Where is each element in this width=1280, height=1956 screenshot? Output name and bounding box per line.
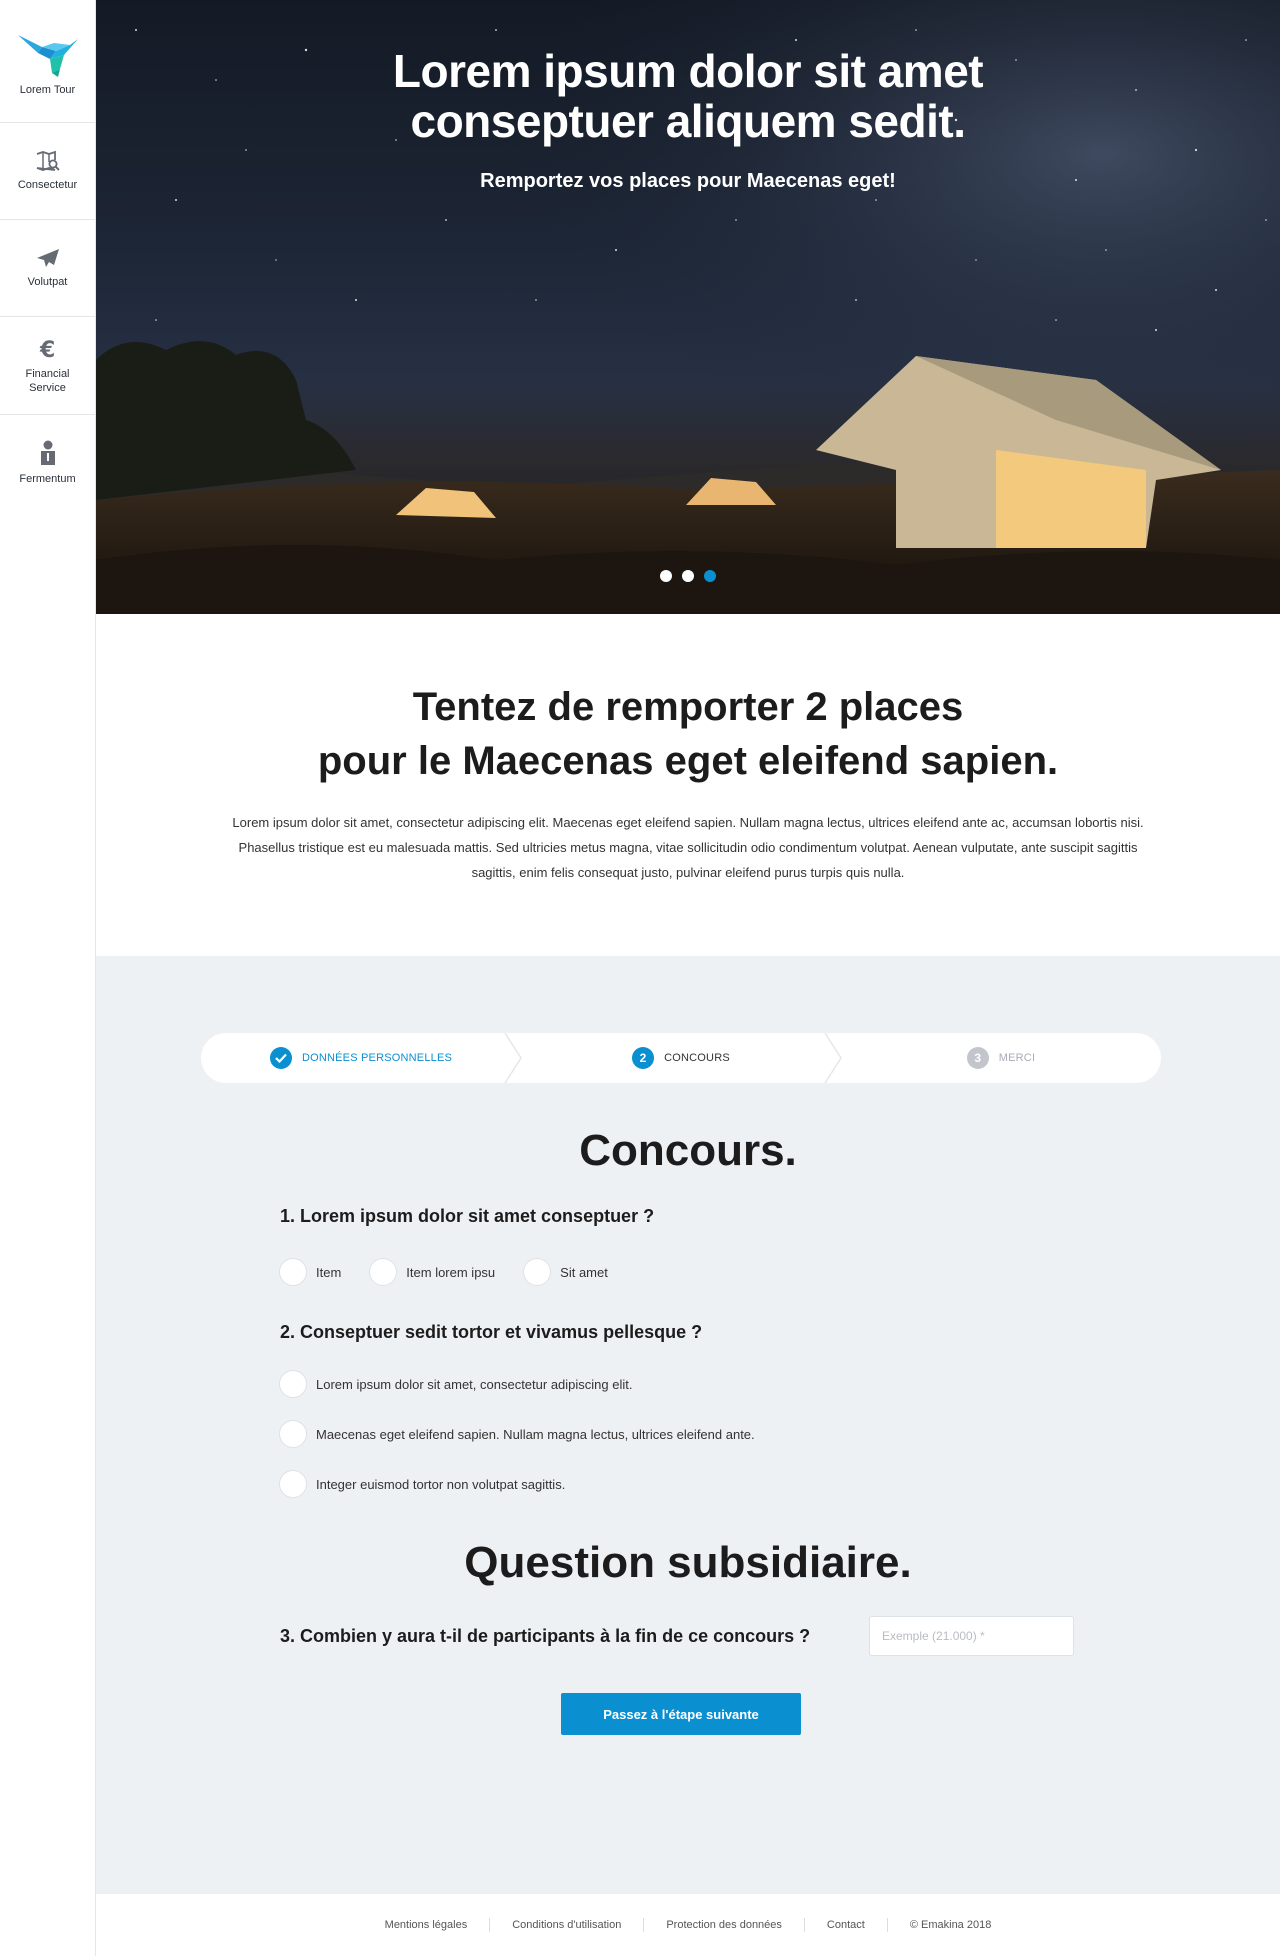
sidebar-item-label: Lorem Tour [19,84,76,96]
sidebar-item-label: Financial Service [25,367,70,394]
question-3-label: 3. Combien y aura t-il de participants à… [280,1626,811,1646]
intro-title-line2: pour le Maecenas eget eleifend sapien. [317,739,1059,783]
hero-banner: Lorem ipsum dolor sit amet conseptuer al… [96,0,1280,614]
hero-title: Lorem ipsum dolor sit amet conseptuer al… [96,46,1280,146]
svg-text:€: € [39,338,55,361]
radio-button[interactable] [279,1370,307,1398]
sidebar-item-fermentum[interactable]: Fermentum [0,415,95,511]
sidebar-item-label: Fermentum [19,473,76,485]
form-title: Concours. [579,1126,797,1175]
step-concours[interactable]: 2 CONCOURS [521,1033,842,1083]
hero-subtitle: Remportez vos places pour Maecenas eget! [480,170,896,192]
sidebar-item-consectetur[interactable]: Consectetur [0,123,95,220]
hero-title-line1: Lorem ipsum dolor sit amet [392,45,984,97]
step-number: 2 [632,1047,655,1069]
question-2-label: 2. Conseptuer sedit tortor et vivamus pe… [280,1322,703,1342]
carousel-dot-2[interactable] [682,570,694,582]
option-label: Item [316,1264,342,1280]
step-label: CONCOURS [664,1052,730,1064]
option-label: Sit amet [560,1264,608,1280]
sidebar-item-volutpat[interactable]: Volutpat [0,220,95,317]
question-1-options: Item Item lorem ipsu Sit amet [279,1258,636,1286]
footer: Mentions légales Conditions d'utilisatio… [96,1894,1280,1956]
intro-section: Tentez de remporter 2 places pour le Mae… [96,614,1280,956]
participants-estimate-input[interactable] [869,1616,1074,1656]
carousel-dot-1[interactable] [660,570,672,582]
airplane-icon [36,249,59,267]
option-label: Integer euismod tortor non volutpat sagi… [316,1476,566,1492]
carousel-dots [96,570,1280,582]
intro-title: Tentez de remporter 2 places pour le Mae… [96,680,1280,788]
check-icon [269,1047,292,1069]
question-1-label: 1. Lorem ipsum dolor sit amet conseptuer… [280,1206,655,1226]
step-merci[interactable]: 3 MERCI [841,1033,1161,1083]
option-label: Maecenas eget eleifend sapien. Nullam ma… [316,1426,755,1442]
footer-link-legal[interactable]: Mentions légales [363,1918,491,1932]
footer-copyright: © Emakina 2018 [909,1919,992,1931]
radio-button[interactable] [279,1420,307,1448]
contest-form-section: DONNÉES PERSONNELLES 2 CONCOURS 3 MERCI … [96,956,1280,1894]
footer-link-terms[interactable]: Conditions d'utilisation [490,1918,645,1932]
carousel-dot-3[interactable] [704,570,716,582]
step-personal-data[interactable]: DONNÉES PERSONNELLES [201,1033,522,1083]
radio-button[interactable] [279,1258,307,1286]
intro-title-line1: Tentez de remporter 2 places [412,685,964,729]
option-label: Lorem ipsum dolor sit amet, consectetur … [316,1376,633,1392]
hummingbird-logo-icon [17,35,78,77]
euro-icon: € [39,338,55,361]
hero-title-line2: conseptuer aliquem sedit. [410,95,966,147]
q1-option-3[interactable]: Sit amet [523,1258,608,1286]
person-icon [40,440,55,465]
sidebar-item-label: Consectetur [17,179,78,191]
radio-button[interactable] [523,1258,552,1286]
q2-option-1[interactable]: Lorem ipsum dolor sit amet, consectetur … [279,1370,755,1398]
sidebar-item-label: Volutpat [27,276,68,288]
sidebar-item-financial-service[interactable]: € Financial Service [0,317,95,415]
option-label: Item lorem ipsu [406,1264,496,1280]
footer-link-contact[interactable]: Contact [805,1918,888,1932]
radio-button[interactable] [279,1470,307,1498]
footer-link-privacy[interactable]: Protection des données [644,1918,805,1932]
step-number: 3 [966,1047,989,1069]
chevron-right-icon [504,1033,522,1083]
sidebar-item-lorem-tour[interactable]: Lorem Tour [0,0,95,123]
chevron-right-icon [824,1033,842,1083]
question-2-options: Lorem ipsum dolor sit amet, consectetur … [279,1370,783,1520]
q1-option-1[interactable]: Item [279,1258,341,1286]
progress-stepper: DONNÉES PERSONNELLES 2 CONCOURS 3 MERCI [201,1033,1161,1083]
subsidiary-question-title: Question subsidiaire. [464,1538,912,1587]
q1-option-2[interactable]: Item lorem ipsu [369,1258,495,1286]
radio-button[interactable] [369,1258,398,1286]
sidebar-nav: Lorem Tour Consectetur Volutpat € Financ… [0,0,96,1956]
map-search-icon [36,150,60,171]
step-label: MERCI [998,1052,1036,1064]
next-step-button[interactable]: Passez à l'étape suivante [561,1693,801,1735]
intro-paragraph: Lorem ipsum dolor sit amet, consectetur … [232,815,1144,880]
step-label: DONNÉES PERSONNELLES [301,1052,453,1064]
q2-option-3[interactable]: Integer euismod tortor non volutpat sagi… [279,1470,755,1498]
q2-option-2[interactable]: Maecenas eget eleifend sapien. Nullam ma… [279,1420,755,1448]
